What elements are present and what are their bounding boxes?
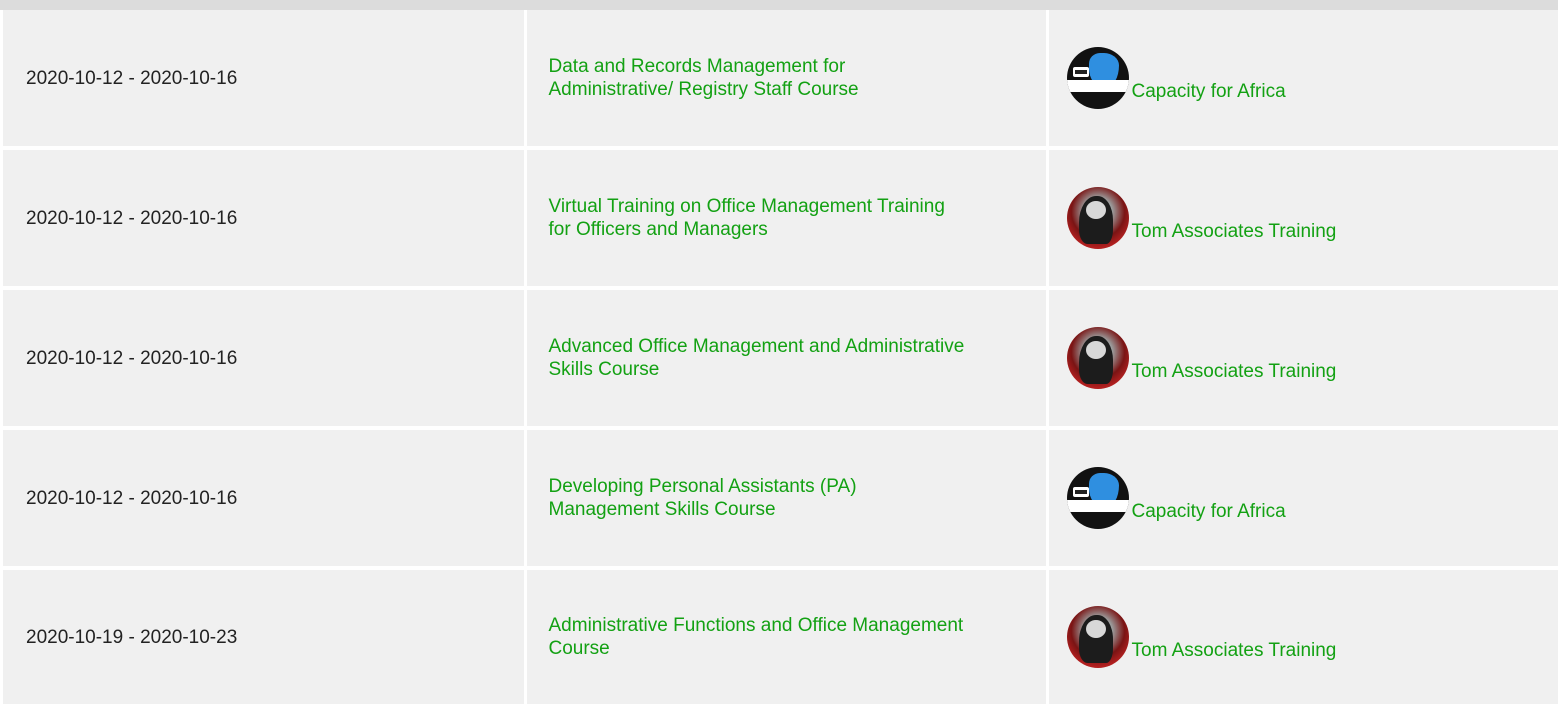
- provider-cell: Tom Associates Training: [1047, 288, 1558, 430]
- course-link[interactable]: Developing Personal Assistants (PA) Mana…: [549, 475, 969, 521]
- course-cell: Virtual Training on Office Management Tr…: [525, 148, 1049, 290]
- course-cell: Data and Records Management for Administ…: [525, 10, 1049, 150]
- provider-cell: Capacity for Africa: [1047, 428, 1558, 570]
- course-link[interactable]: Data and Records Management for Administ…: [549, 55, 969, 101]
- table-header-bar: [0, 0, 1558, 10]
- course-date: 2020-10-19 - 2020-10-23: [3, 568, 527, 704]
- course-listing: 2020-10-12 - 2020-10-16 Data and Records…: [0, 0, 1558, 705]
- provider-cell: Tom Associates Training: [1047, 148, 1558, 290]
- tom-associates-logo-icon[interactable]: [1066, 187, 1129, 249]
- course-link[interactable]: Administrative Functions and Office Mana…: [549, 614, 969, 660]
- table-row: 2020-10-12 - 2020-10-16 Data and Records…: [3, 10, 1558, 150]
- provider-link[interactable]: Tom Associates Training: [1132, 220, 1337, 243]
- course-cell: Administrative Functions and Office Mana…: [525, 568, 1049, 704]
- course-link[interactable]: Advanced Office Management and Administr…: [549, 335, 969, 381]
- course-date: 2020-10-12 - 2020-10-16: [3, 428, 527, 570]
- table-row: 2020-10-19 - 2020-10-23 Administrative F…: [3, 568, 1558, 704]
- course-cell: Developing Personal Assistants (PA) Mana…: [525, 428, 1049, 570]
- capacity-for-africa-logo-icon[interactable]: [1066, 467, 1129, 529]
- provider-link[interactable]: Capacity for Africa: [1132, 80, 1286, 103]
- table-row: 2020-10-12 - 2020-10-16 Virtual Training…: [3, 148, 1558, 290]
- course-date: 2020-10-12 - 2020-10-16: [3, 288, 527, 430]
- provider-cell: Capacity for Africa: [1047, 10, 1558, 150]
- courses-table: 2020-10-12 - 2020-10-16 Data and Records…: [3, 10, 1558, 704]
- course-link[interactable]: Virtual Training on Office Management Tr…: [549, 195, 969, 241]
- course-date: 2020-10-12 - 2020-10-16: [3, 10, 527, 150]
- table-row: 2020-10-12 - 2020-10-16 Advanced Office …: [3, 288, 1558, 430]
- table-row: 2020-10-12 - 2020-10-16 Developing Perso…: [3, 428, 1558, 570]
- provider-link[interactable]: Tom Associates Training: [1132, 639, 1337, 662]
- provider-cell: Tom Associates Training: [1047, 568, 1558, 704]
- course-date: 2020-10-12 - 2020-10-16: [3, 148, 527, 290]
- capacity-for-africa-logo-icon[interactable]: [1066, 47, 1129, 109]
- tom-associates-logo-icon[interactable]: [1066, 606, 1129, 668]
- provider-link[interactable]: Tom Associates Training: [1132, 360, 1337, 383]
- tom-associates-logo-icon[interactable]: [1066, 327, 1129, 389]
- course-cell: Advanced Office Management and Administr…: [525, 288, 1049, 430]
- provider-link[interactable]: Capacity for Africa: [1132, 500, 1286, 523]
